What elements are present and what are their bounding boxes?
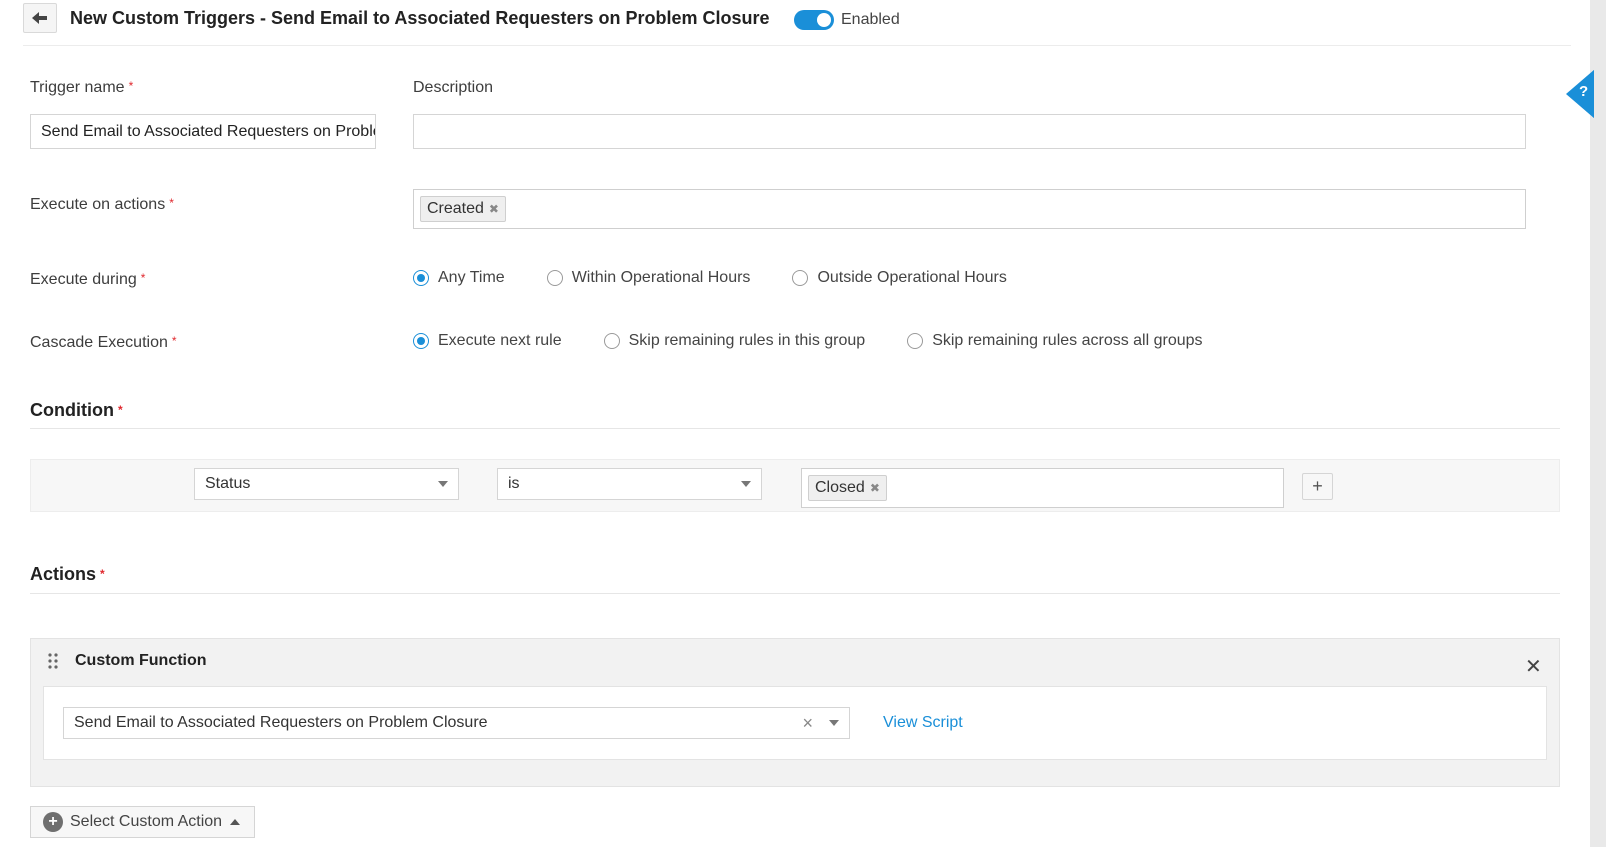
back-button[interactable] xyxy=(23,3,57,33)
chip-created-label: Created xyxy=(427,200,484,217)
chip-remove-icon[interactable]: ✖ xyxy=(870,481,880,495)
cascade-label-text: Cascade Execution xyxy=(30,334,168,351)
condition-title-text: Condition xyxy=(30,400,114,420)
radio-within-hours[interactable]: Within Operational Hours xyxy=(546,269,751,287)
required-mark: * xyxy=(128,79,134,93)
radio-outside-hours[interactable]: Outside Operational Hours xyxy=(792,269,1007,287)
radio-label: Within Operational Hours xyxy=(571,269,751,286)
actions-divider xyxy=(30,593,1560,594)
radio-button[interactable] xyxy=(413,270,429,286)
enabled-toggle[interactable] xyxy=(794,10,834,30)
chip-closed-label: Closed xyxy=(815,479,865,496)
chip-created[interactable]: Created ✖ xyxy=(420,196,506,222)
radio-skip-all[interactable]: Skip remaining rules across all groups xyxy=(907,332,1203,350)
cascade-group: Execute next rule Skip remaining rules i… xyxy=(413,332,1245,350)
execute-actions-label: Execute on actions * xyxy=(30,196,174,214)
custom-function-title: Custom Function xyxy=(75,652,207,669)
header-divider xyxy=(23,45,1571,46)
radio-execute-next[interactable]: Execute next rule xyxy=(413,332,562,350)
execute-during-group: Any Time Within Operational Hours Outsid… xyxy=(413,269,1049,287)
plus-circle-icon: + xyxy=(43,812,63,832)
help-label: ? xyxy=(1579,83,1589,100)
execute-actions-label-text: Execute on actions xyxy=(30,196,166,213)
required-mark: * xyxy=(140,271,146,285)
trigger-name-label-text: Trigger name xyxy=(30,79,125,96)
select-custom-action-button[interactable]: + Select Custom Action xyxy=(30,806,255,838)
required-mark: * xyxy=(100,567,105,581)
right-edge-bar xyxy=(1590,0,1606,847)
cascade-label: Cascade Execution * xyxy=(30,334,177,352)
select-custom-action-label: Select Custom Action xyxy=(70,813,223,830)
condition-divider xyxy=(30,428,1560,429)
condition-field-value: Status xyxy=(205,475,251,492)
chevron-down-icon xyxy=(438,481,448,487)
radio-button[interactable] xyxy=(603,333,620,349)
actions-title: Actions * xyxy=(30,564,105,585)
custom-function-select[interactable]: Send Email to Associated Requesters on P… xyxy=(63,707,850,739)
chevron-down-icon xyxy=(829,720,839,726)
close-icon[interactable]: ✕ xyxy=(1525,654,1542,679)
chevron-down-icon xyxy=(741,481,751,487)
radio-label: Outside Operational Hours xyxy=(817,269,1007,286)
execute-during-label: Execute during * xyxy=(30,271,145,289)
condition-operator-value: is xyxy=(508,475,520,492)
description-input[interactable] xyxy=(413,114,1526,149)
radio-skip-group[interactable]: Skip remaining rules in this group xyxy=(603,332,866,350)
chip-closed[interactable]: Closed ✖ xyxy=(808,475,887,501)
drag-handle-icon[interactable] xyxy=(48,653,58,674)
view-script-link[interactable]: View Script xyxy=(883,714,963,732)
condition-field-select[interactable]: Status xyxy=(194,468,459,500)
description-label: Description xyxy=(413,79,494,96)
radio-label: Skip remaining rules in this group xyxy=(628,332,866,349)
radio-label: Any Time xyxy=(438,269,505,286)
execute-during-label-text: Execute during xyxy=(30,271,137,288)
required-mark: * xyxy=(171,334,177,348)
execute-actions-multiselect[interactable]: Created ✖ xyxy=(413,189,1526,229)
custom-function-value: Send Email to Associated Requesters on P… xyxy=(74,714,488,731)
chip-remove-icon[interactable]: ✖ xyxy=(489,202,499,216)
required-mark: * xyxy=(169,196,174,210)
select-controls: × xyxy=(802,713,839,734)
required-mark: * xyxy=(117,403,123,417)
arrow-left-icon xyxy=(32,12,47,24)
condition-title: Condition * xyxy=(30,400,123,421)
radio-button[interactable] xyxy=(907,333,924,349)
help-tab[interactable]: ? xyxy=(1566,70,1594,118)
trigger-name-value: Send Email to Associated Requesters on P… xyxy=(41,122,375,140)
add-condition-button[interactable]: + xyxy=(1302,473,1333,500)
actions-title-text: Actions xyxy=(30,564,97,584)
radio-button[interactable] xyxy=(546,270,563,286)
condition-value-multiselect[interactable]: Closed ✖ xyxy=(801,468,1284,508)
condition-operator-select[interactable]: is xyxy=(497,468,762,500)
trigger-name-label: Trigger name * xyxy=(30,79,133,97)
toggle-label: Enabled xyxy=(841,11,900,28)
radio-label: Execute next rule xyxy=(438,332,562,349)
trigger-name-input[interactable]: Send Email to Associated Requesters on P… xyxy=(30,114,376,149)
clear-icon[interactable]: × xyxy=(802,713,813,734)
chevron-up-icon xyxy=(230,819,241,825)
radio-button[interactable] xyxy=(792,270,809,286)
toggle-knob xyxy=(817,13,831,27)
radio-any-time[interactable]: Any Time xyxy=(413,269,505,287)
radio-button[interactable] xyxy=(413,333,429,349)
radio-label: Skip remaining rules across all groups xyxy=(932,332,1203,349)
page-title: New Custom Triggers - Send Email to Asso… xyxy=(70,8,770,28)
